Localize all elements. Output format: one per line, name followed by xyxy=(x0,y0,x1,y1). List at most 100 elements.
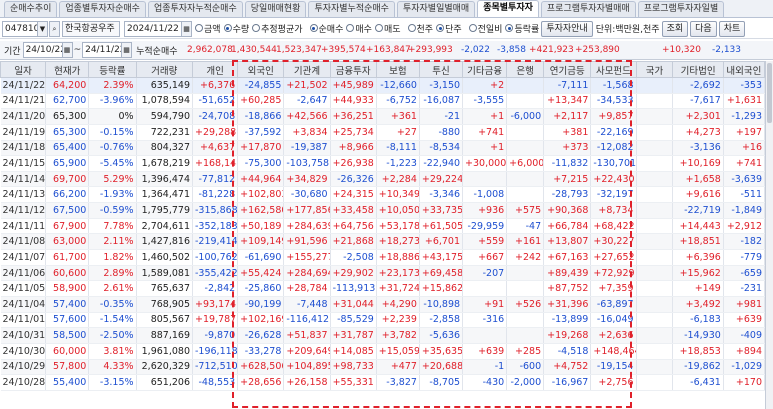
date-input[interactable]: 2024/11/22 xyxy=(124,20,182,37)
cell-기타금융 xyxy=(462,280,508,297)
table-row[interactable]: 24/10/29 57,800 4.33% 2,620,329 -712,510 +628… xyxy=(0,359,765,376)
cell-기타법인: +9,616 xyxy=(672,186,724,204)
column-header-0[interactable]: 일자 xyxy=(0,61,47,78)
column-header-2[interactable]: 등락률 xyxy=(88,61,137,78)
table-row[interactable]: 24/11/12 67,500 -0.59% 1,795,779 -315,868 +16… xyxy=(0,202,765,219)
radio-3-1[interactable]: 단주 xyxy=(436,22,462,35)
cell-현재가: 63,000 xyxy=(45,233,90,251)
cell-은행 xyxy=(506,77,545,94)
cell-현재가: 69,700 xyxy=(45,171,90,188)
tab-4[interactable]: 투자자별누적순매수 xyxy=(308,1,395,17)
code-dropdown-icon[interactable]: ▼ xyxy=(38,20,48,37)
column-header-10[interactable]: 기타금융 xyxy=(462,61,508,78)
query-button[interactable]: 조회 xyxy=(661,20,689,37)
tab-8[interactable]: 프로그램투자자일별 xyxy=(637,1,725,17)
tab-1[interactable]: 업종별투자자순매수 xyxy=(59,1,146,17)
to-calendar-icon[interactable]: ▦ xyxy=(122,42,133,58)
column-header-5[interactable]: 외국인 xyxy=(237,61,285,78)
cell-일자: 24/11/15 xyxy=(0,155,47,172)
search-icon[interactable]: ⌕ xyxy=(49,20,60,37)
tab-2[interactable]: 업종투자자누적순매수 xyxy=(147,1,243,17)
cell-보험: +18,273 xyxy=(376,233,420,251)
table-row[interactable]: 24/11/07 61,700 1.82% 1,460,502 -100,762 -61,… xyxy=(0,249,765,266)
table-row[interactable]: 24/10/30 60,000 3.81% 1,961,080 -196,118 -33,… xyxy=(0,343,765,360)
table-row[interactable]: 24/11/18 65,400 -0.76% 804,327 +4,637 +17,870… xyxy=(0,140,765,157)
table-row[interactable]: 24/11/04 57,400 -0.35% 768,905 +93,174 -90,19… xyxy=(0,296,765,313)
next-button[interactable]: 다음 xyxy=(690,20,717,37)
table-row[interactable]: 24/11/14 69,700 5.29% 1,396,474 -77,812 +44,9… xyxy=(0,171,765,188)
cell-현재가: 58,500 xyxy=(45,327,90,344)
cell-거래량: 1,460,502 xyxy=(136,249,194,266)
column-header-7[interactable]: 금융투자 xyxy=(329,61,377,78)
period-to-input[interactable]: 24/11/22 xyxy=(82,42,123,58)
column-header-1[interactable]: 현재가 xyxy=(45,61,90,78)
table-row[interactable]: 24/11/06 60,600 2.89% 1,589,081 -355,422 +55,… xyxy=(0,265,765,282)
cell-일자: 24/11/21 xyxy=(0,93,47,110)
table-row[interactable]: 24/11/13 66,200 -1.93% 1,364,471 -81,228 +102… xyxy=(0,186,765,204)
table-row[interactable]: 24/11/15 65,900 -5.45% 1,678,219 +168,148 -75… xyxy=(0,155,765,172)
cell-기타법인: +3,492 xyxy=(672,296,724,313)
cell-기타금융: -207 xyxy=(462,265,508,282)
radio-4-1[interactable]: 등락률 xyxy=(505,22,539,35)
column-header-13[interactable]: 사모펀드 xyxy=(590,61,637,78)
investor-guide-button[interactable]: 투자자안내 xyxy=(541,20,593,37)
table-row[interactable]: 24/10/31 58,500 -2.50% 887,169 -9,870 -26,628… xyxy=(0,327,765,344)
scroll-thumb[interactable] xyxy=(767,63,772,123)
table-row[interactable]: 24/11/21 62,700 -3.96% 1,078,594 -51,652 +60,… xyxy=(0,93,765,110)
radio-1-1[interactable]: 수량 xyxy=(223,22,249,35)
column-header-11[interactable]: 은행 xyxy=(506,61,545,78)
table-row[interactable]: 24/11/22 64,200 2.39% 635,149 +6,376 -24,855 +… xyxy=(0,77,765,94)
table-row[interactable]: 24/11/20 65,300 0% 594,790 -24,708 -18,866 +42… xyxy=(0,108,765,125)
cell-은행: +6,000 xyxy=(506,155,545,172)
cell-개인: -77,812 xyxy=(192,171,239,188)
cell-금융투자: +14,085 xyxy=(330,343,377,360)
column-header-6[interactable]: 기관계 xyxy=(283,61,331,78)
cell-기타법인: +1,658 xyxy=(672,171,724,188)
column-header-12[interactable]: 연기금등 xyxy=(543,61,592,78)
radio-3-0[interactable]: 천주 xyxy=(407,22,433,35)
radio-2-0[interactable]: 순매수 xyxy=(309,22,343,35)
cell-외국인: +55,424 xyxy=(237,265,285,282)
column-header-9[interactable]: 투신 xyxy=(418,61,464,78)
cell-연기금등: +66,784 xyxy=(543,218,592,235)
cell-개인: -100,762 xyxy=(192,249,239,266)
radio-2-2[interactable]: 매도 xyxy=(374,22,401,35)
table-row[interactable]: 24/11/08 63,000 2.11% 1,427,816 -219,414 +109… xyxy=(0,233,765,251)
tab-6[interactable]: 종목별투자자 xyxy=(477,0,539,17)
table-row[interactable]: 24/11/05 58,900 2.61% 765,637 -2,842 -25,860 +… xyxy=(0,280,765,297)
cell-기관계: +209,649 xyxy=(283,343,331,360)
cell-일자: 24/11/20 xyxy=(0,108,47,125)
chart-button[interactable]: 차트 xyxy=(718,20,746,37)
vertical-scrollbar[interactable] xyxy=(765,61,773,409)
cell-기타금융: +936 xyxy=(462,202,508,219)
radio-4-0[interactable]: 전일비 xyxy=(468,22,502,35)
column-header-14[interactable]: 국가 xyxy=(635,61,674,78)
column-header-16[interactable]: 내외국인 xyxy=(722,61,765,78)
tab-0[interactable]: 순매수추이 xyxy=(4,1,58,17)
tab-7[interactable]: 프로그램투자자별매매 xyxy=(540,1,636,17)
table-row[interactable]: 24/11/11 67,900 7.78% 2,704,611 -352,183 +50,… xyxy=(0,218,765,235)
column-header-3[interactable]: 거래량 xyxy=(135,61,194,78)
radio-1-2[interactable]: 추정평균가 xyxy=(252,22,303,35)
from-calendar-icon[interactable]: ▦ xyxy=(62,42,73,58)
tab-3[interactable]: 당일매매현황 xyxy=(244,1,307,17)
investor-data-grid[interactable]: 일자 현재가 등락률 거래량 개인 외국인 기관계 금융투자 보험 투신 기타금융 은행 연기금등 사모펀… xyxy=(0,61,765,409)
column-header-15[interactable]: 기타법인 xyxy=(672,61,724,78)
radio-1-0[interactable]: 금액 xyxy=(195,22,221,35)
stock-code-input[interactable]: 047810 xyxy=(2,20,38,37)
column-header-4[interactable]: 개인 xyxy=(191,61,239,78)
cumulative-sum-10: +10,320 xyxy=(661,45,701,55)
calendar-icon[interactable]: ▦ xyxy=(182,20,192,37)
cell-은행: +242 xyxy=(506,249,545,266)
period-from-input[interactable]: 24/10/22 xyxy=(22,42,63,58)
cell-등락률: 1.82% xyxy=(88,249,137,266)
tab-5[interactable]: 투자자별일별매매 xyxy=(396,1,476,17)
table-row[interactable]: 24/11/01 57,600 -1.54% 805,567 +19,787 +102,1… xyxy=(0,312,765,329)
radio-2-1[interactable]: 매수 xyxy=(346,22,372,35)
table-row[interactable]: 24/11/19 65,300 -0.15% 722,231 +29,288 -37,59… xyxy=(0,124,765,141)
column-header-8[interactable]: 보험 xyxy=(375,61,420,78)
cell-국가 xyxy=(636,359,674,376)
cell-거래량: 805,567 xyxy=(136,312,194,329)
cell-금융투자: +26,938 xyxy=(330,155,377,172)
table-row[interactable]: 24/10/28 55,400 -3.15% 651,206 -48,553 +28,65… xyxy=(0,374,765,391)
